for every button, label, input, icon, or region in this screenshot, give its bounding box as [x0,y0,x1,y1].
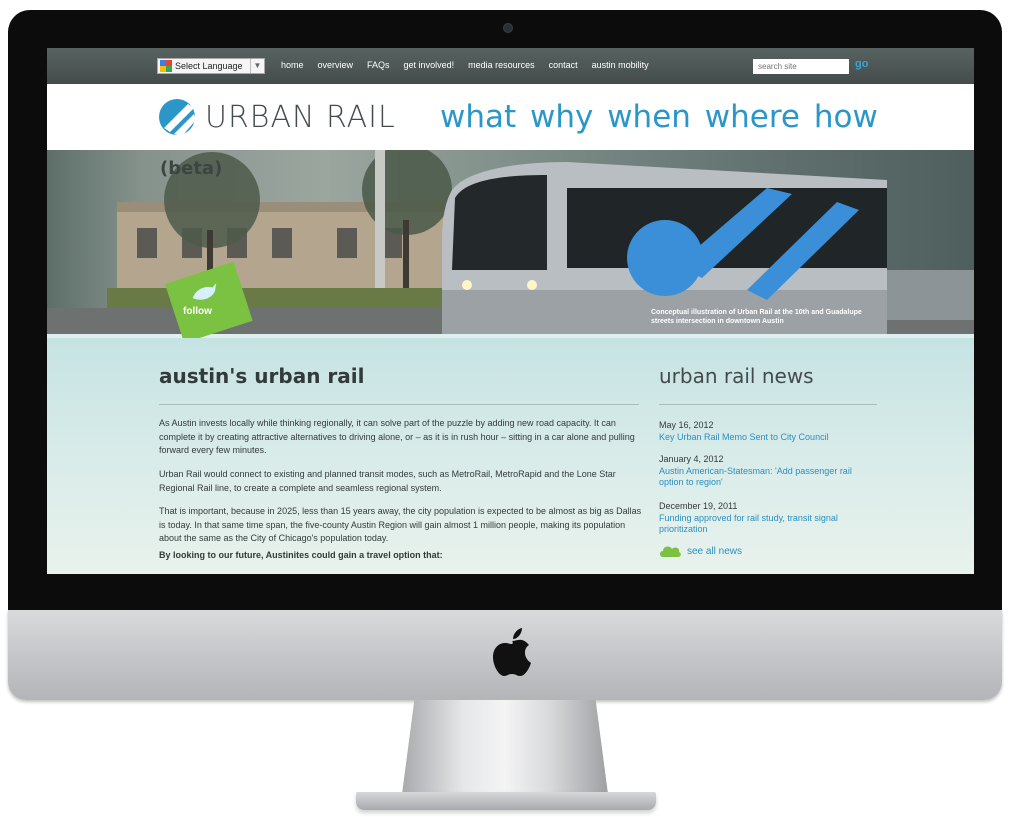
beta-label: (beta) [160,158,223,179]
chevron-down-icon: ▼ [250,59,264,73]
language-select[interactable]: Select Language ▼ [157,58,265,74]
intro-paragraph-3: That is important, because in 2025, less… [159,506,642,543]
divider [659,404,877,405]
intro-paragraph-1: As Austin invests locally while thinking… [159,418,635,455]
nav-home[interactable]: home [281,60,304,70]
nav-get-involved[interactable]: get involved! [404,60,455,70]
camera-icon [503,23,513,33]
news-item: May 16, 2012 Key Urban Rail Memo Sent to… [659,420,869,443]
news-item: January 4, 2012 Austin American-Statesma… [659,454,869,489]
news-date: May 16, 2012 [659,420,714,430]
see-all-news-label[interactable]: see all news [687,546,742,557]
news-link[interactable]: Funding approved for rail study, transit… [659,513,869,536]
news-link[interactable]: Key Urban Rail Memo Sent to City Council [659,432,869,444]
page-title: austin's urban rail [159,364,365,388]
site-header: URBAN RAIL what why when where how [47,84,974,150]
search-go-button[interactable]: go [855,58,868,70]
apple-logo-icon [493,628,531,676]
top-navigation-bar: Select Language ▼ home overview FAQs get… [47,48,974,84]
browser-screen: Select Language ▼ home overview FAQs get… [47,48,974,574]
header-tagline: what why when where how [440,99,878,135]
nav-austin-mobility[interactable]: austin mobility [592,60,649,70]
search-input[interactable] [753,59,849,74]
news-date: January 4, 2012 [659,454,724,464]
monitor-stand-base [356,792,656,810]
nav-contact[interactable]: contact [549,60,578,70]
google-translate-icon [160,60,172,72]
bird-icon [192,283,217,300]
language-select-label: Select Language [175,61,243,71]
nav-overview[interactable]: overview [318,60,354,70]
divider [159,404,639,405]
nav-media-resources[interactable]: media resources [468,60,535,70]
see-all-news-link[interactable]: see all news [659,545,742,557]
news-link[interactable]: Austin American-Statesman: 'Add passenge… [659,466,869,489]
site-logo-text[interactable]: URBAN RAIL [205,100,396,135]
news-item: December 19, 2011 Funding approved for r… [659,501,869,536]
news-date: December 19, 2011 [659,501,738,511]
main-nav: home overview FAQs get involved! media r… [281,60,663,70]
urban-rail-logo-icon[interactable] [158,98,196,136]
follow-label[interactable]: follow [183,306,212,317]
intro-paragraph-4: By looking to our future, Austinites cou… [159,550,443,560]
cloud-icon [660,546,681,557]
hero-caption: Conceptual illustration of Urban Rail at… [651,309,862,325]
main-content: austin's urban rail As Austin invests lo… [47,338,974,574]
nav-faqs[interactable]: FAQs [367,60,390,70]
intro-paragraph-2: Urban Rail would connect to existing and… [159,469,616,493]
news-heading: urban rail news [659,364,814,388]
monitor-stand [402,700,608,794]
